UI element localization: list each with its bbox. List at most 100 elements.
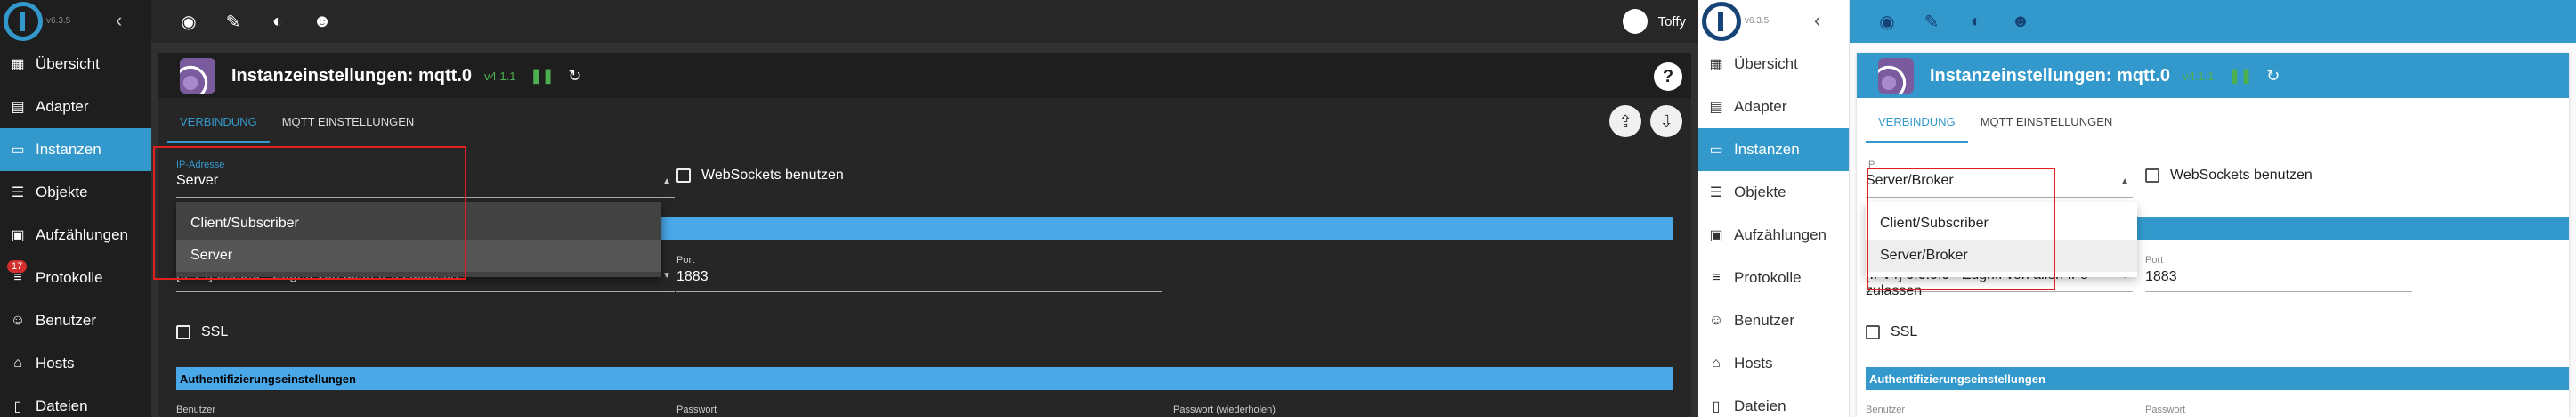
auth-header: Authentifizierungseinstellungen [1866,367,2569,390]
dropdown-arrow-icon: ▲ [2120,176,2129,186]
mqtt-adapter-icon [180,58,215,94]
sidebar: v6.3.5 ‹ ▦ Übersicht ▤ Adapter ▭ Instanzen … [0,0,151,417]
user-label: Benutzer [176,405,216,415]
port-input[interactable]: 1883 [2145,269,2412,292]
user-icon: ☺ [1708,313,1724,328]
reload-icon[interactable]: ↻ [568,67,581,86]
sidebar-header: v6.3.5 ‹ [1698,0,1849,43]
card-title-bar: Instanzeinstellungen: mqtt.0 v4.1.1 ❚❚ ↻ [1857,53,2569,98]
sidebar-header: v6.3.5 ‹ [0,0,151,43]
page-title: Instanzeinstellungen: mqtt.0 [231,65,473,86]
iobroker-logo[interactable] [4,2,43,41]
upload-icon[interactable]: ⇪ [1609,105,1641,137]
chevron-left-icon[interactable]: ‹ [1814,9,1820,32]
files-icon: ▯ [1712,399,1721,414]
help-icon[interactable]: ? [1654,62,1682,91]
chevron-left-icon[interactable]: ‹ [116,9,122,32]
iobroker-logo[interactable] [1702,2,1741,41]
store-icon: ▤ [1709,100,1723,115]
wrench-icon[interactable]: ✎ [1921,11,1942,32]
tab-verbindung[interactable]: VERBINDUNG [167,115,270,143]
password-repeat-label: Passwort (wiederholen) [1173,405,1276,415]
instance-version: v4.1.1 [2183,69,2215,83]
sidebar-item-instanzen[interactable]: ▭ Instanzen [1698,128,1849,171]
reload-icon[interactable]: ↻ [2266,67,2280,86]
user-icon: ☺ [10,313,26,328]
port-label: Port [2145,255,2164,266]
sidebar-item-uebersicht[interactable]: ▦ Übersicht [1698,43,1849,86]
pause-icon[interactable]: ❚❚ [2228,67,2252,85]
grid-icon: ▦ [1709,57,1723,72]
tab-verbindung[interactable]: VERBINDUNG [1866,115,1968,143]
eye-icon[interactable]: ◉ [1876,11,1898,32]
tab-bar: VERBINDUNG MQTT EINSTELLUNGEN ⇪ ⇩ [158,98,1691,143]
password-label: Passwort [2145,405,2186,415]
hosts-icon: ⌂ [13,356,22,371]
download-icon[interactable]: ⇩ [1650,105,1682,137]
dark-theme-screenshot: v6.3.5 ‹ ▦ Übersicht ▤ Adapter ▭ Instanzen … [0,0,1698,417]
avatar [1622,9,1648,34]
ssl-checkbox[interactable]: SSL [176,324,228,340]
hosts-icon: ⌂ [1712,356,1721,371]
sidebar-item-objekte[interactable]: ☰ Objekte [1698,171,1849,214]
tab-mqtt-einstellungen[interactable]: MQTT EINSTELLUNGEN [270,115,427,143]
tab-bar: VERBINDUNG MQTT EINSTELLUNGEN [1857,98,2569,143]
sidebar-item-aufzaehlungen[interactable]: ▣ Aufzählungen [0,214,151,257]
sidebar-item-adapter[interactable]: ▤ Adapter [1698,86,1849,128]
expert-icon[interactable]: ☻ [312,11,333,32]
sidebar-item-dateien[interactable]: ▯ Dateien [1698,385,1849,417]
tab-mqtt-einstellungen[interactable]: MQTT EINSTELLUNGEN [1968,115,2126,143]
ssl-checkbox[interactable]: SSL [1866,324,1917,340]
sidebar-item-protokolle[interactable]: ≡ Protokolle [1698,257,1849,299]
tab-actions: ⇪ ⇩ [1600,105,1682,137]
sidebar-item-hosts[interactable]: ⌂ Hosts [1698,342,1849,385]
enum-icon: ▣ [11,228,25,243]
log-icon: ≡ [1712,270,1721,285]
highlight-box [1867,168,2055,290]
sidebar-item-instanzen[interactable]: ▭ Instanzen [0,128,151,171]
log-count-badge: 17 [7,260,28,273]
app-version: v6.3.5 [46,16,71,26]
sidebar-item-adapter[interactable]: ▤ Adapter [0,86,151,128]
checkbox-box [1866,325,1880,339]
highlight-box [153,146,466,280]
sidebar-item-hosts[interactable]: ⌂ Hosts [0,342,151,385]
instance-version: v4.1.1 [484,69,516,83]
password-label: Passwort [676,405,717,415]
username: Toffy [1657,13,1686,29]
dropdown-arrow-icon: ▲ [662,176,671,186]
wrench-icon[interactable]: ✎ [223,11,244,32]
sidebar: v6.3.5 ‹ ▦ Übersicht ▤ Adapter ▭ Instanzen … [1698,0,1850,417]
enum-icon: ▣ [1709,228,1723,243]
list-icon: ☰ [11,185,25,200]
sidebar-item-benutzer[interactable]: ☺ Benutzer [1698,299,1849,342]
card-title-bar: Instanzeinstellungen: mqtt.0 v4.1.1 ❚❚ ↻… [158,53,1691,98]
sidebar-item-dateien[interactable]: ▯ Dateien [0,385,151,417]
eye-icon[interactable]: ◉ [178,11,199,32]
sidebar-item-aufzaehlungen[interactable]: ▣ Aufzählungen [1698,214,1849,257]
top-bar: ◉ ✎ ◐ ☻ Toffy [151,0,1698,43]
port-label: Port [676,255,695,266]
websockets-checkbox[interactable]: WebSockets benutzen [2145,168,2313,184]
checkbox-box [676,168,691,183]
grid-icon: ▦ [11,57,25,72]
theme-icon[interactable]: ◐ [1965,11,1987,32]
websockets-checkbox[interactable]: WebSockets benutzen [676,168,844,184]
instances-icon: ▭ [1709,143,1723,158]
checkbox-box [2145,168,2159,183]
sidebar-item-uebersicht[interactable]: ▦ Übersicht [0,43,151,86]
sidebar-item-benutzer[interactable]: ☺ Benutzer [0,299,151,342]
mqtt-adapter-icon [1878,58,1914,94]
top-bar: ◉ ✎ ◐ ☻ [1850,0,2576,43]
pause-icon[interactable]: ❚❚ [530,67,554,85]
user-menu[interactable]: Toffy [1622,9,1686,34]
dropdown-arrow-icon: ▼ [662,271,671,281]
checkbox-box [176,325,190,339]
expert-icon[interactable]: ☻ [2010,11,2031,32]
theme-icon[interactable]: ◐ [267,11,288,32]
user-label: Benutzer [1866,405,1906,415]
port-input[interactable]: 1883 [676,269,1162,292]
instances-icon: ▭ [11,143,25,158]
sidebar-item-objekte[interactable]: ☰ Objekte [0,171,151,214]
sidebar-item-protokolle[interactable]: 17 ≡ Protokolle [0,257,151,299]
